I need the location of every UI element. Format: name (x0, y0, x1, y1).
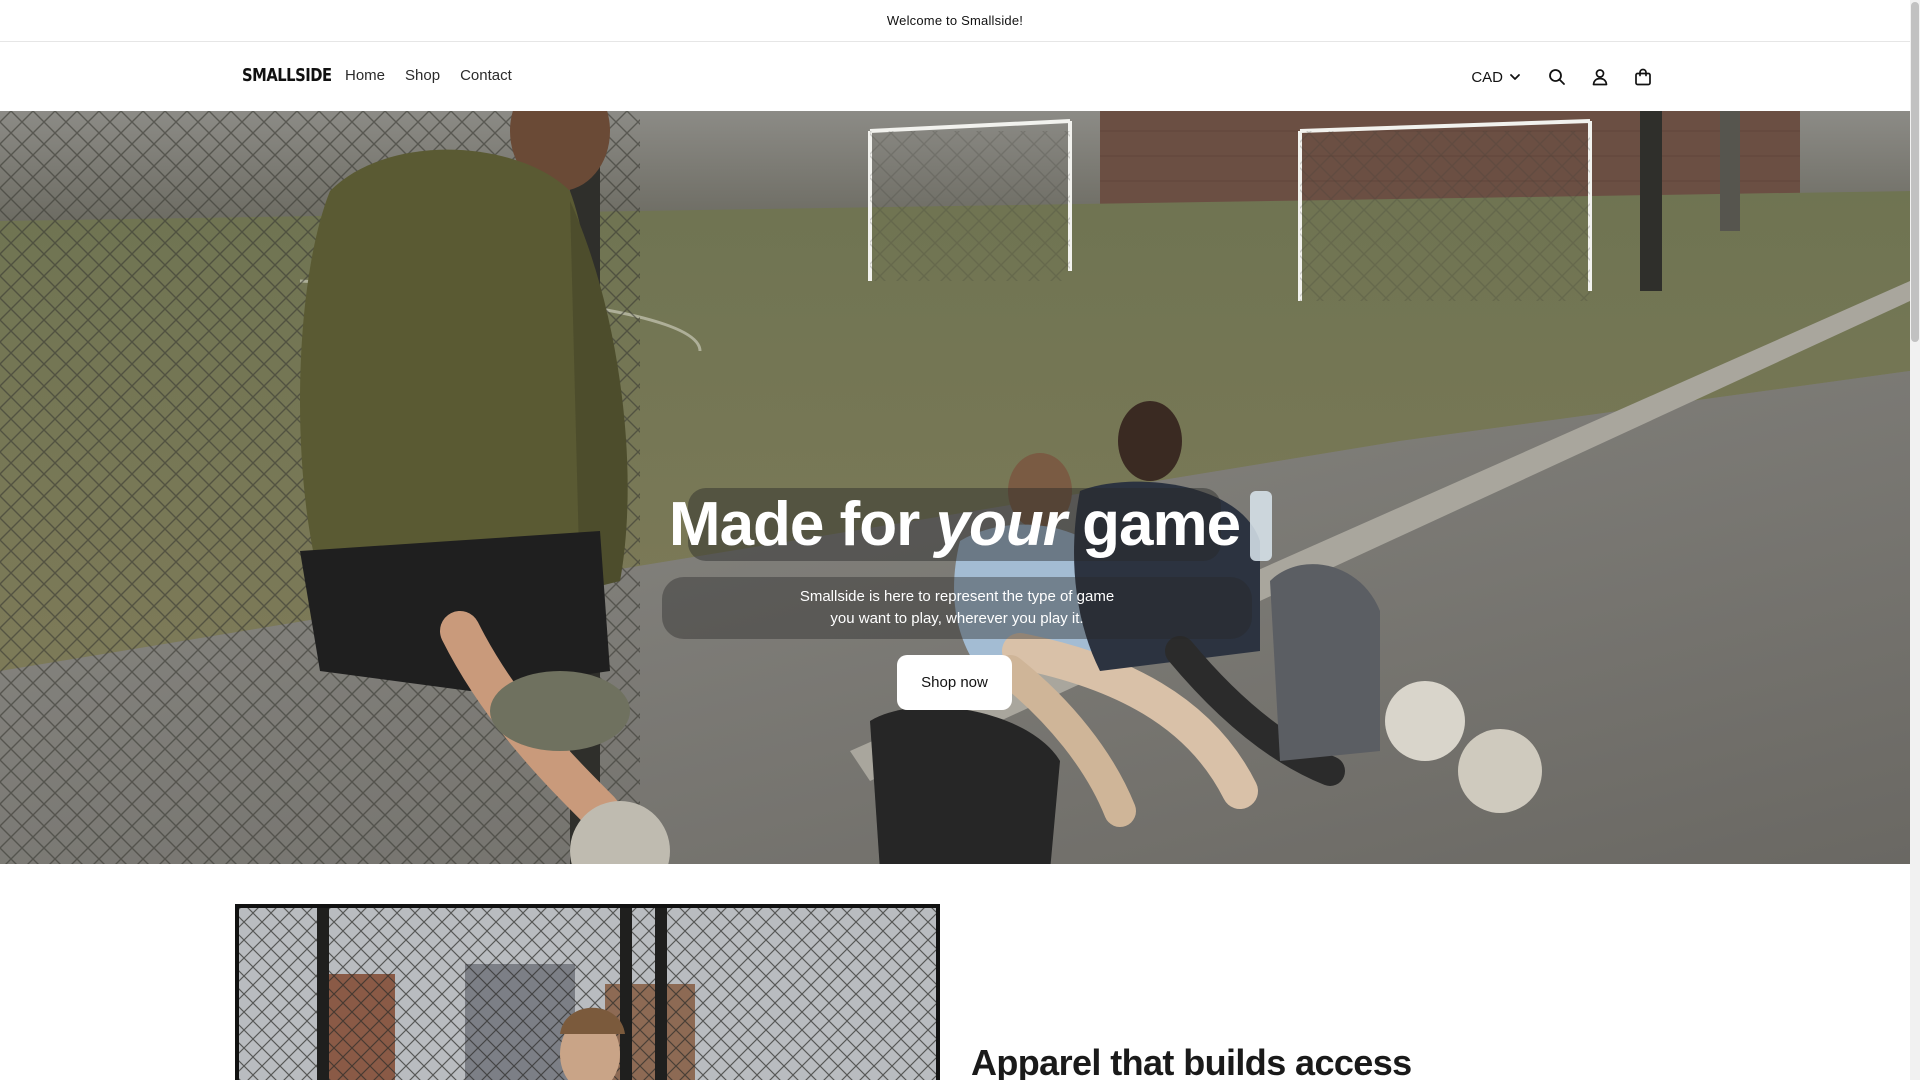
currency-label: CAD (1471, 68, 1503, 86)
logo[interactable]: SMALLSIDE (242, 65, 332, 86)
feature-image (235, 904, 940, 1080)
currency-selector[interactable]: CAD (1471, 61, 1521, 93)
chevron-down-icon (1510, 74, 1520, 80)
account-button[interactable] (1578, 61, 1621, 93)
cart-icon (1634, 68, 1651, 86)
nav-contact[interactable]: Contact (460, 67, 512, 84)
page-scrollbar[interactable] (1910, 0, 1920, 1080)
hero-title-emphasis: your (935, 490, 1067, 559)
feature-heading: Apparel that builds access (971, 1042, 1412, 1080)
announcement-bar: Welcome to Smallside! (0, 0, 1910, 42)
announcement-text: Welcome to Smallside! (886, 13, 1024, 28)
shop-now-button[interactable]: Shop now (897, 655, 1012, 710)
hero-subtitle-box: Smallside is here to represent the type … (662, 577, 1252, 639)
site-header: SMALLSIDE Home Shop Contact CAD (0, 43, 1910, 111)
hero-subtitle: Smallside is here to represent the type … (799, 588, 1115, 627)
feature-photo (235, 904, 940, 1080)
search-icon (1548, 69, 1565, 85)
cart-button[interactable] (1621, 61, 1664, 93)
search-button[interactable] (1535, 61, 1578, 93)
header-actions: CAD (1471, 61, 1664, 93)
hero-title: Made for your game (668, 490, 1241, 559)
feature-section: Apparel that builds access (0, 864, 1910, 1080)
hero-title-box: Made for your game (669, 488, 1241, 561)
main-nav: Home Shop Contact (345, 67, 512, 84)
account-icon (1592, 69, 1607, 86)
hero-banner: Made for your game Smallside is here to … (0, 111, 1910, 864)
nav-home[interactable]: Home (345, 67, 385, 84)
scrollbar-thumb[interactable] (1911, 2, 1919, 342)
nav-shop[interactable]: Shop (405, 67, 440, 84)
